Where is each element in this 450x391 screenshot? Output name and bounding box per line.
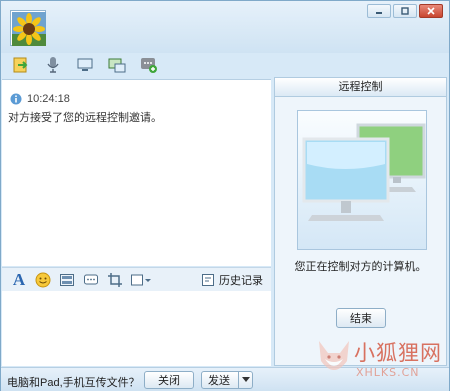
close-window-button[interactable] <box>419 4 443 18</box>
chat-window: 10:24:18 对方接受了您的远程控制邀请。 A 历史记录 远程控制 您正在控… <box>0 0 450 391</box>
title-bar <box>1 1 449 53</box>
minimize-icon <box>376 12 382 14</box>
remote-desktop-icon[interactable] <box>106 54 128 76</box>
remote-screen-illustration <box>297 110 427 250</box>
info-icon <box>10 93 22 105</box>
message-header: 10:24:18 <box>10 93 70 105</box>
app-add-icon[interactable] <box>138 54 160 76</box>
file-transfer-icon[interactable] <box>10 54 32 76</box>
maximize-icon <box>401 7 409 15</box>
remote-control-panel: 远程控制 您正在控制对方的计算机。 结束 <box>274 77 447 366</box>
video-icon[interactable] <box>74 54 96 76</box>
maximize-button[interactable] <box>393 4 417 18</box>
send-button[interactable]: 发送 <box>201 371 253 389</box>
avatar[interactable] <box>10 10 46 46</box>
end-remote-button[interactable]: 结束 <box>336 308 386 328</box>
screenshot-icon[interactable] <box>106 271 124 289</box>
watermark: 小狐狸网 XHLKS.CN <box>311 331 450 391</box>
file-transfer-hint[interactable]: 电脑和Pad,手机互传文件？ <box>7 374 140 390</box>
history-button[interactable]: 历史记录 <box>201 272 263 288</box>
send-label: 发送 <box>208 375 230 387</box>
sunflower-avatar-icon <box>12 12 46 46</box>
chat-toolbar <box>10 54 160 76</box>
close-button[interactable]: 关闭 <box>144 371 194 389</box>
image-icon[interactable] <box>58 271 76 289</box>
chevron-down-icon <box>241 377 250 382</box>
watermark-text-cn: 小狐狸网 <box>354 341 442 365</box>
microphone-icon[interactable] <box>42 54 64 76</box>
more-icon[interactable] <box>130 271 152 289</box>
input-toolbar: A 历史记录 <box>2 267 271 291</box>
history-icon <box>202 274 214 286</box>
minimize-button[interactable] <box>367 4 391 18</box>
message-timestamp: 10:24:18 <box>27 93 70 105</box>
chat-history-pane[interactable]: 10:24:18 对方接受了您的远程控制邀请。 <box>2 79 271 266</box>
emoji-icon[interactable] <box>34 271 52 289</box>
message-input[interactable] <box>2 291 271 366</box>
two-monitors-icon <box>302 123 426 221</box>
send-options-dropdown[interactable] <box>238 372 252 388</box>
message-text: 对方接受了您的远程控制邀请。 <box>8 112 162 124</box>
remote-control-title: 远程控制 <box>275 78 446 97</box>
watermark-text-en: XHLKS.CN <box>356 366 420 379</box>
window-controls <box>367 4 443 18</box>
font-icon[interactable]: A <box>10 270 28 289</box>
history-label: 历史记录 <box>219 275 263 287</box>
remote-status-text: 您正在控制对方的计算机。 <box>294 261 427 273</box>
close-icon <box>427 7 435 15</box>
fox-logo-icon <box>319 341 349 370</box>
shake-icon[interactable] <box>82 271 100 289</box>
